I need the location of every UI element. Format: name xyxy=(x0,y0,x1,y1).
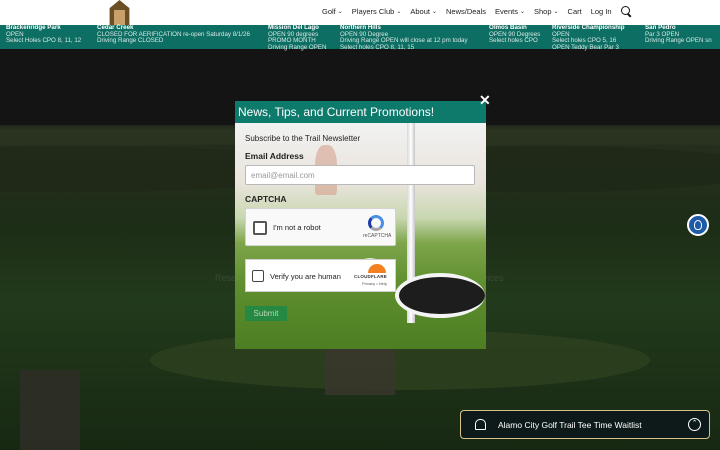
recaptcha-brand: reCAPTCHA xyxy=(363,233,392,239)
chevron-down-icon: ⌄ xyxy=(431,9,437,15)
recaptcha-logo-icon xyxy=(368,215,384,231)
chevron-down-icon: ⌄ xyxy=(337,9,343,15)
chevron-down-icon: ⌄ xyxy=(519,9,525,15)
course-status-riverside[interactable]: Riverside Championship OPEN Select holes… xyxy=(552,24,625,51)
nav-label: News/Deals xyxy=(446,7,487,16)
golf-hole-image xyxy=(395,273,485,318)
course-status-mission-del-lago[interactable]: Mission Del Lago OPEN 90 degrees PROMO M… xyxy=(268,24,327,51)
course-status-line: Select Holes CPO 8, 11, 12 xyxy=(6,37,82,45)
nav-item-shop[interactable]: Shop ⌄ xyxy=(534,7,559,16)
subscribe-text: Subscribe to the Trail Newsletter xyxy=(245,134,361,143)
modal-title: News, Tips, and Current Promotions! xyxy=(238,105,435,119)
course-status-brackenridge[interactable]: Brackenridge Park OPEN Select Holes CPO … xyxy=(6,24,82,45)
turnstile-widget: Verify you are human CLOUDFLARE Privacy … xyxy=(245,259,396,292)
course-status-bar: Brackenridge Park OPEN Select Holes CPO … xyxy=(0,24,720,51)
course-status-northern-hills[interactable]: Northern Hills OPEN 90 Degree Driving Ra… xyxy=(340,24,468,51)
chevron-down-icon: ⌄ xyxy=(396,9,402,15)
course-status-line: Select holes CPO 8, 11, 15 xyxy=(340,43,415,51)
site-header: Golf ⌄ Players Club ⌄ About ⌄ News/Deals Ev… xyxy=(0,0,720,27)
waitlist-label: Alamo City Golf Trail Tee Time Waitlist xyxy=(498,420,642,430)
captcha-label: CAPTCHA xyxy=(245,194,287,204)
accessibility-icon xyxy=(694,220,702,230)
nav-label: Golf xyxy=(322,7,336,16)
site-logo[interactable] xyxy=(109,0,130,27)
modal-header: News, Tips, and Current Promotions! xyxy=(235,101,486,123)
cloudflare-logo-icon xyxy=(368,264,386,273)
nav-item-about[interactable]: About ⌄ xyxy=(410,7,437,16)
email-field[interactable] xyxy=(245,165,475,185)
cloudflare-brand: CLOUDFLARE xyxy=(354,274,387,279)
course-status-san-pedro[interactable]: San Pedro Par 3 OPEN Driving Range OPEN … xyxy=(645,24,712,45)
chevron-down-icon: ⌄ xyxy=(553,9,559,15)
nav-item-golf[interactable]: Golf ⌄ xyxy=(322,7,343,16)
nav-item-players-club[interactable]: Players Club ⌄ xyxy=(352,7,402,16)
submit-button[interactable]: Submit xyxy=(245,306,287,321)
nav-label: Shop xyxy=(533,7,552,16)
turnstile-label: Verify you are human xyxy=(270,272,341,281)
recaptcha-checkbox[interactable] xyxy=(253,221,267,235)
course-status-cedar-creek[interactable]: Cedar Creek CLOSED FOR AERIFICATION re-o… xyxy=(97,24,250,45)
recaptcha-label: I'm not a robot xyxy=(273,223,321,232)
nav-item-cart[interactable]: Cart xyxy=(568,7,582,16)
nav-label: Log In xyxy=(590,7,612,16)
modal-body: Subscribe to the Trail Newsletter Email … xyxy=(235,123,486,349)
close-icon[interactable]: ✕ xyxy=(479,93,491,107)
email-label: Email Address xyxy=(245,151,304,161)
course-status-line: Driving Range OPEN xyxy=(268,43,327,51)
turnstile-links[interactable]: Privacy • Help xyxy=(362,281,387,286)
turnstile-checkbox[interactable] xyxy=(252,270,264,282)
newsletter-modal: News, Tips, and Current Promotions! Subs… xyxy=(235,101,486,349)
search-icon[interactable] xyxy=(620,6,632,17)
nav-item-news-deals[interactable]: News/Deals xyxy=(446,7,486,16)
course-status-line: OPEN Teddy Bear Par 3 xyxy=(552,43,619,51)
course-status-line: Driving Range OPEN sn xyxy=(645,37,712,45)
waitlist-bar[interactable]: Alamo City Golf Trail Tee Time Waitlist … xyxy=(460,410,710,439)
accessibility-button[interactable] xyxy=(687,214,709,236)
nav-label: About xyxy=(410,7,430,16)
nav-label: Cart xyxy=(567,7,582,16)
recaptcha-widget: I'm not a robot reCAPTCHA xyxy=(245,208,396,246)
main-nav: Golf ⌄ Players Club ⌄ About ⌄ News/Deals Ev… xyxy=(322,6,632,17)
chevron-up-icon[interactable]: ⌃ xyxy=(688,418,701,431)
course-status-olmos-basin[interactable]: Olmos Basin OPEN 90 Degrees Select holes… xyxy=(489,24,540,45)
nav-label: Events xyxy=(495,7,518,16)
course-status-line: Driving Range CLOSED xyxy=(97,37,164,45)
bell-icon xyxy=(475,419,486,430)
nav-item-login[interactable]: Log In xyxy=(591,7,612,16)
nav-item-events[interactable]: Events ⌄ xyxy=(495,7,525,16)
nav-label: Players Club xyxy=(351,7,395,16)
course-status-line: Select holes CPO xyxy=(489,37,538,45)
